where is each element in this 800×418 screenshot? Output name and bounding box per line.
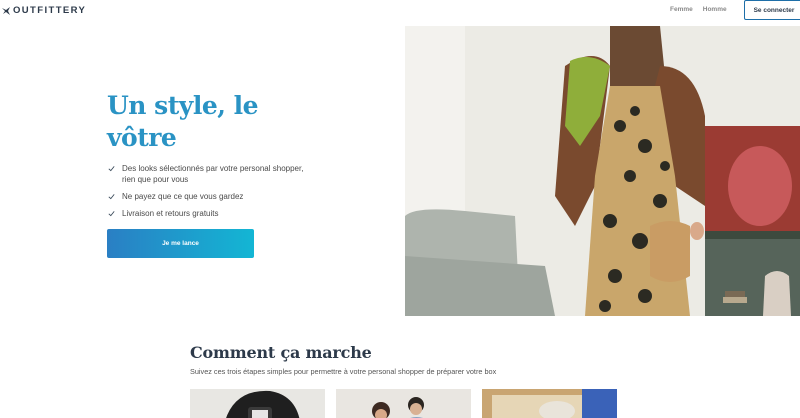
hero-title-line1: Un style, le: [107, 91, 259, 120]
hero-title-line2: vôtre: [107, 123, 177, 152]
feature-text: Des looks sélectionnés par votre persona…: [122, 164, 304, 184]
check-icon: [108, 211, 115, 217]
nav-homme[interactable]: Homme: [703, 6, 727, 13]
start-button[interactable]: Je me lance: [107, 229, 254, 258]
feature-list: Des looks sélectionnés par votre persona…: [108, 163, 308, 225]
step-card-image-2: [336, 389, 471, 418]
check-icon: [108, 166, 115, 172]
step-cards: [190, 389, 617, 418]
logo[interactable]: OUTFITTERY: [2, 5, 86, 16]
step-card-image-1: [190, 389, 325, 418]
feature-item: Des looks sélectionnés par votre persona…: [108, 163, 308, 185]
header: OUTFITTERY Femme Homme Se connecter: [0, 0, 800, 22]
feature-item: Livraison et retours gratuits: [108, 208, 308, 219]
check-icon: [108, 194, 115, 200]
feature-text: Ne payez que ce que vous gardez: [122, 192, 244, 201]
section-subtitle: Suivez ces trois étapes simples pour per…: [190, 367, 497, 376]
main-nav: Femme Homme: [670, 6, 727, 13]
hero-photo: [405, 26, 800, 316]
feature-item: Ne payez que ce que vous gardez: [108, 191, 308, 202]
step-card-image-3: [482, 389, 617, 418]
login-button[interactable]: Se connecter: [744, 0, 800, 20]
nav-femme[interactable]: Femme: [670, 6, 693, 13]
section-title: Comment ça marche: [190, 343, 372, 362]
logo-text: OUTFITTERY: [13, 5, 87, 16]
logo-bird-icon: [2, 6, 10, 15]
feature-text: Livraison et retours gratuits: [122, 209, 219, 218]
hero-title: Un style, le vôtre: [107, 90, 307, 154]
